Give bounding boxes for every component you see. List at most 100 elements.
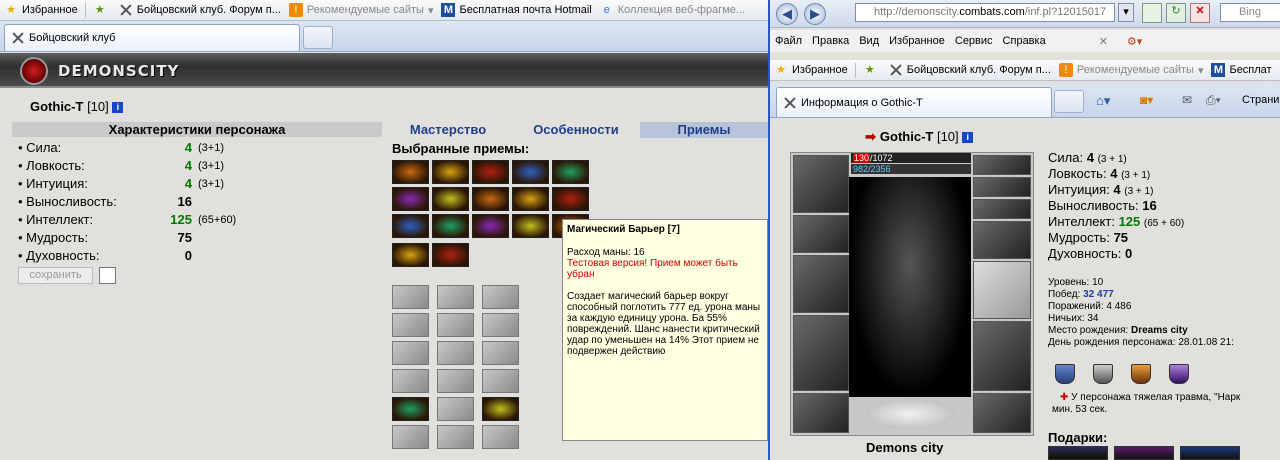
- technique-icon[interactable]: [392, 369, 429, 393]
- technique-icon[interactable]: [552, 187, 589, 211]
- technique-icon[interactable]: [432, 214, 469, 238]
- back-button[interactable]: ◀: [776, 3, 798, 25]
- technique-icon[interactable]: [432, 243, 469, 267]
- technique-icon[interactable]: [482, 285, 519, 309]
- gloves-slot[interactable]: [973, 221, 1031, 259]
- technique-icon[interactable]: [437, 341, 474, 365]
- technique-icon[interactable]: [437, 313, 474, 337]
- gift-item[interactable]: [1180, 446, 1240, 460]
- technique-icon[interactable]: [482, 369, 519, 393]
- earrings-slot[interactable]: [973, 155, 1031, 175]
- tab-character-info[interactable]: Информация о Gothic-T: [776, 87, 1052, 117]
- menu-tools[interactable]: Сервис: [955, 35, 993, 47]
- technique-icon[interactable]: [512, 160, 549, 184]
- weapon-slot[interactable]: [793, 255, 849, 313]
- technique-icon[interactable]: [432, 187, 469, 211]
- technique-icon[interactable]: [392, 187, 429, 211]
- fav-item-forum[interactable]: Бойцовский клуб. Форум п...: [885, 60, 1055, 80]
- technique-icon[interactable]: [392, 313, 429, 337]
- gift-item[interactable]: [1048, 446, 1108, 460]
- belt-slot[interactable]: [793, 393, 849, 433]
- technique-icon[interactable]: [392, 285, 429, 309]
- badge-icon[interactable]: [1055, 364, 1075, 384]
- fav-item-suggested[interactable]: ! Рекомендуемые сайты ▾: [1055, 60, 1208, 80]
- technique-icon[interactable]: [472, 160, 509, 184]
- technique-icon[interactable]: [432, 160, 469, 184]
- necklace-slot[interactable]: [793, 215, 849, 253]
- technique-icon[interactable]: [392, 214, 429, 238]
- menu-view[interactable]: Вид: [859, 35, 879, 47]
- rss-feed-icon[interactable]: ◙▾: [1140, 93, 1153, 107]
- close-icon[interactable]: ✕: [1099, 35, 1108, 48]
- technique-icon[interactable]: [392, 243, 429, 267]
- wins-row: Побед: 32 477: [1048, 289, 1114, 300]
- badge-icon[interactable]: [1093, 364, 1113, 384]
- technique-icon[interactable]: [512, 214, 549, 238]
- technique-icon[interactable]: [392, 425, 429, 449]
- menu-edit[interactable]: Правка: [812, 35, 849, 47]
- menu-file[interactable]: Файл: [775, 35, 802, 47]
- translate-icon[interactable]: ⚙▾: [1127, 35, 1142, 48]
- technique-icon[interactable]: [437, 397, 474, 421]
- tab-techniques[interactable]: Приемы: [640, 122, 768, 138]
- armor-slot[interactable]: [793, 315, 849, 391]
- fav-add-icon-button[interactable]: ★: [89, 0, 115, 20]
- badge-icon[interactable]: [1131, 364, 1151, 384]
- refresh-button[interactable]: ↻: [1166, 3, 1186, 23]
- tab-fight-club[interactable]: Бойцовский клуб: [4, 24, 300, 51]
- info-icon[interactable]: i: [112, 102, 124, 114]
- new-tab-button[interactable]: [1054, 90, 1084, 113]
- fav-item-webslices[interactable]: e Коллекция веб-фрагме...: [596, 0, 749, 20]
- mail-icon[interactable]: ✉: [1182, 93, 1192, 107]
- gift-item[interactable]: [1114, 446, 1174, 460]
- technique-icon[interactable]: [512, 187, 549, 211]
- boots-slot[interactable]: [973, 393, 1031, 433]
- stat-label: • Интуиция:: [18, 176, 88, 191]
- fav-item-hotmail[interactable]: M Бесплат: [1207, 60, 1275, 80]
- technique-icon[interactable]: [437, 425, 474, 449]
- rings-slot[interactable]: [973, 199, 1031, 219]
- save-button[interactable]: сохранить: [18, 267, 93, 284]
- info-icon[interactable]: i: [962, 132, 974, 144]
- favorites-button[interactable]: ★ Избранное: [0, 0, 82, 20]
- technique-icon[interactable]: [482, 313, 519, 337]
- technique-icon[interactable]: [552, 160, 589, 184]
- stat-value: 0: [1124, 246, 1133, 261]
- fav-item-hotmail[interactable]: M Бесплатная почта Hotmail: [437, 0, 595, 20]
- fav-item-suggested[interactable]: ! Рекомендуемые сайты ▾: [285, 0, 438, 20]
- print-icon[interactable]: ⎙▾: [1206, 93, 1221, 108]
- technique-icon[interactable]: [437, 285, 474, 309]
- badge-icon[interactable]: [1169, 364, 1189, 384]
- legs-slot[interactable]: [973, 321, 1031, 391]
- stop-button[interactable]: ✕: [1190, 3, 1210, 23]
- url-input[interactable]: http://demonscity.combats.com/inf.pl?120…: [855, 3, 1115, 22]
- compat-view-button[interactable]: [1142, 3, 1162, 23]
- url-dropdown-button[interactable]: ▾: [1118, 3, 1134, 22]
- helmet-slot[interactable]: [793, 155, 849, 213]
- page-menu[interactable]: Страни: [1242, 94, 1279, 106]
- technique-icon[interactable]: [392, 397, 429, 421]
- amulet-slot[interactable]: [973, 177, 1031, 197]
- forward-button[interactable]: ▶: [804, 3, 826, 25]
- technique-icon[interactable]: [472, 214, 509, 238]
- technique-icon[interactable]: [482, 341, 519, 365]
- technique-icon[interactable]: [472, 187, 509, 211]
- technique-icon[interactable]: [437, 369, 474, 393]
- new-tab-button[interactable]: [303, 26, 333, 49]
- fav-item-forum[interactable]: Бойцовский клуб. Форум п...: [115, 0, 285, 20]
- save-checkbox[interactable]: [99, 267, 116, 284]
- tab-mastery[interactable]: Мастерство: [384, 122, 512, 138]
- technique-icon[interactable]: [392, 341, 429, 365]
- technique-icon[interactable]: [482, 425, 519, 449]
- menu-help[interactable]: Справка: [1003, 35, 1046, 47]
- home-icon[interactable]: ⌂▾: [1096, 93, 1110, 109]
- search-input[interactable]: Bing: [1220, 3, 1280, 22]
- favorites-button[interactable]: ★ Избранное: [770, 60, 852, 80]
- tab-features[interactable]: Особенности: [512, 122, 640, 138]
- fav-add-icon-button[interactable]: ★: [859, 60, 885, 80]
- menu-favorites[interactable]: Избранное: [889, 35, 945, 47]
- technique-icon[interactable]: [482, 397, 519, 421]
- right-browser-window: ◀ ▶ http://demonscity.combats.com/inf.pl…: [768, 0, 1280, 460]
- shield-slot[interactable]: [973, 261, 1031, 319]
- technique-icon[interactable]: [392, 160, 429, 184]
